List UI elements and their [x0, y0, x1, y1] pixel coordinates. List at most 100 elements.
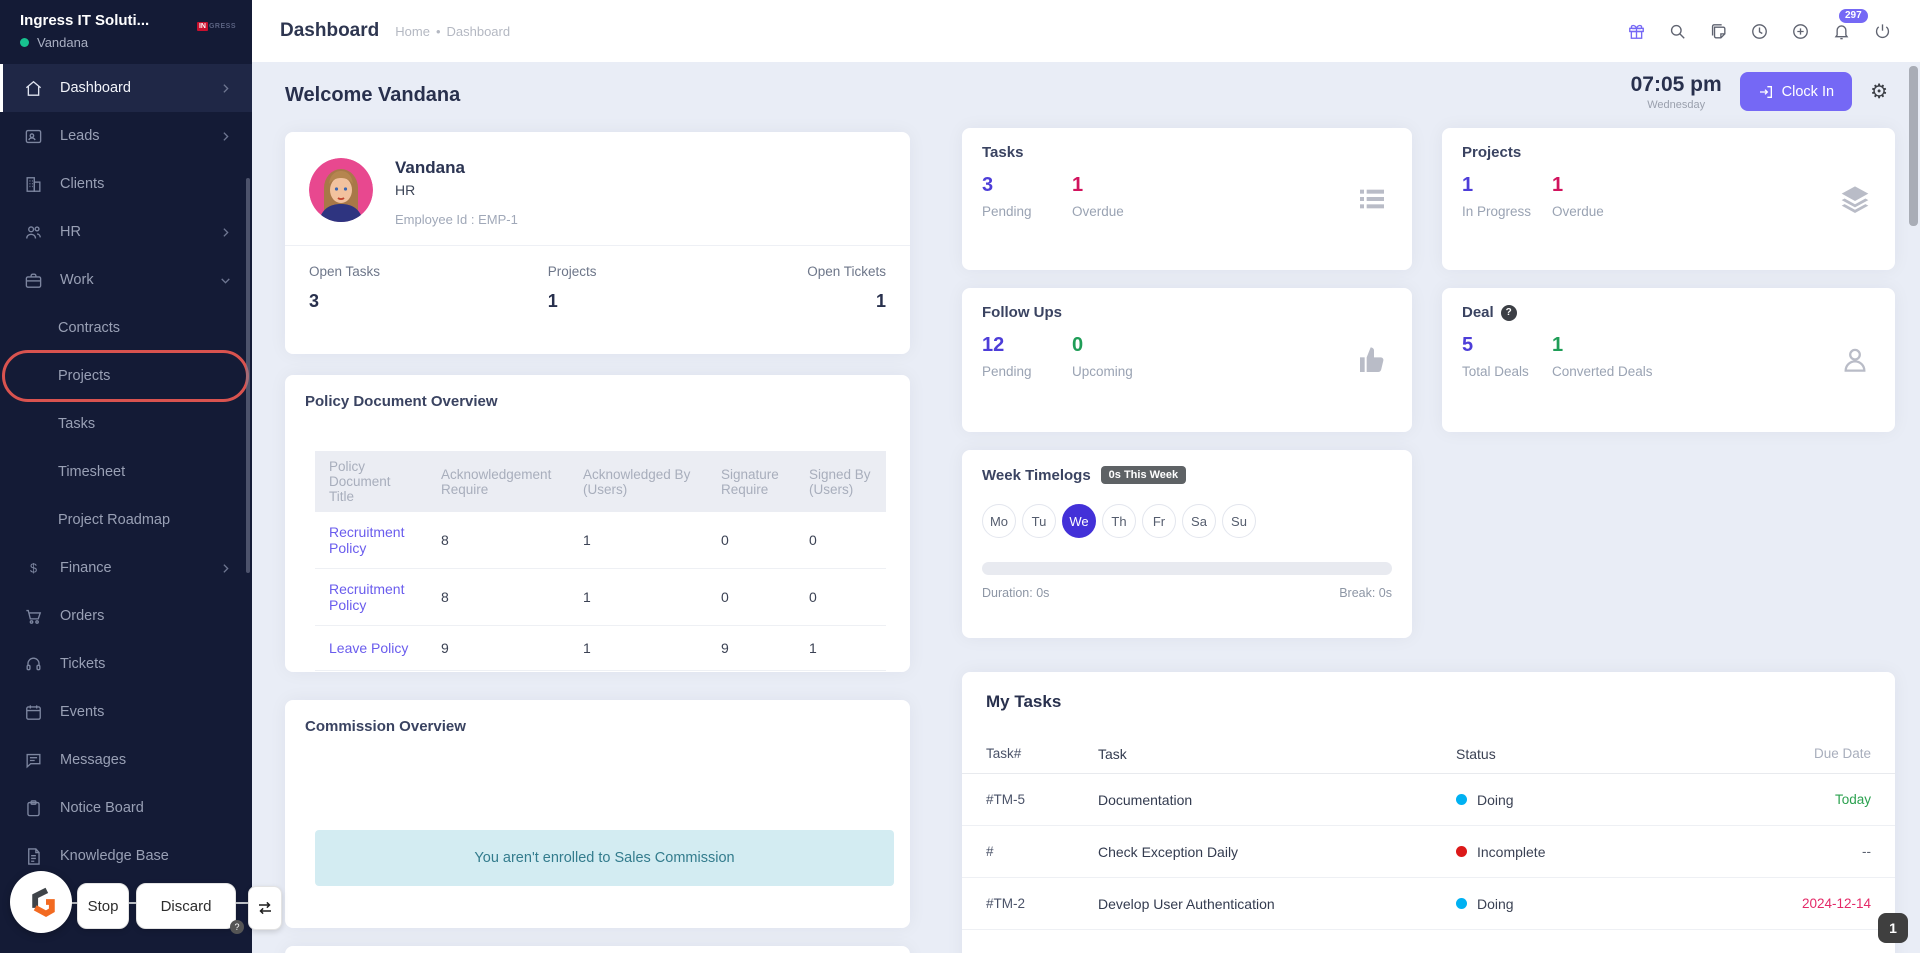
users-icon: [24, 223, 43, 242]
deal-converted-stat: 1 Converted Deals: [1552, 334, 1653, 379]
notifications-bell-icon[interactable]: 297: [1831, 9, 1868, 41]
tasks-card-title: Tasks: [982, 144, 1024, 161]
deal-summary-card: Deal ? 5 Total Deals 1 Converted Deals: [1442, 288, 1895, 432]
clock-in-button[interactable]: Clock In: [1739, 72, 1853, 111]
sidebar-subitem-project-roadmap[interactable]: Project Roadmap: [0, 496, 252, 544]
followups-upcoming-stat: 0 Upcoming: [1072, 334, 1133, 379]
help-badge[interactable]: ?: [230, 920, 244, 934]
gift-icon[interactable]: [1626, 21, 1646, 41]
commission-card-title: Commission Overview: [305, 718, 466, 735]
my-tasks-table: Task# Task Status Due Date #TM-5 Documen…: [962, 734, 1895, 930]
notes-icon[interactable]: [1708, 21, 1728, 41]
logout-power-icon[interactable]: [1872, 21, 1892, 41]
chevron-right-icon: [219, 130, 232, 143]
day-sa[interactable]: Sa: [1182, 504, 1216, 538]
sidebar-nav: Dashboard Leads Clients HR Work Contract…: [0, 64, 252, 880]
timelog-progress-bar: [982, 562, 1392, 575]
login-icon: [1758, 84, 1774, 100]
policy-link[interactable]: Leave Policy: [315, 632, 427, 664]
policy-table-row: Leave Policy 9 1 9 1: [315, 626, 886, 671]
sidebar-item-events[interactable]: Events: [0, 688, 252, 736]
main-content: Welcome Vandana 07:05 pm Wednesday Clock…: [252, 62, 1920, 953]
add-icon[interactable]: [1790, 21, 1810, 41]
sidebar-item-orders[interactable]: Orders: [0, 592, 252, 640]
sidebar-item-messages[interactable]: Messages: [0, 736, 252, 784]
policy-link[interactable]: Recruitment Policy: [315, 516, 427, 564]
sidebar-item-leads[interactable]: Leads: [0, 112, 252, 160]
sidebar-item-work[interactable]: Work: [0, 256, 252, 304]
tasks-overdue-stat: 1 Overdue: [1072, 174, 1124, 219]
day-th[interactable]: Th: [1102, 504, 1136, 538]
day-su[interactable]: Su: [1222, 504, 1256, 538]
sidebar-item-tickets[interactable]: Tickets: [0, 640, 252, 688]
deal-total-stat: 5 Total Deals: [1462, 334, 1529, 379]
sidebar-item-finance[interactable]: $ Finance: [0, 544, 252, 592]
clipboard-icon: [24, 799, 43, 818]
profile-card: Vandana HR Employee Id : EMP-1 Open Task…: [285, 132, 910, 354]
calendar-icon: [24, 703, 43, 722]
breadcrumb: Home • Dashboard: [395, 24, 510, 39]
document-icon: [24, 847, 43, 866]
my-tasks-title: My Tasks: [986, 692, 1062, 711]
notification-count-badge: 297: [1839, 9, 1868, 23]
followups-summary-card: Follow Ups 12 Pending 0 Upcoming: [962, 288, 1412, 432]
sidebar-scrollbar[interactable]: [246, 178, 250, 573]
search-icon[interactable]: [1667, 21, 1687, 41]
stop-button[interactable]: Stop: [77, 883, 129, 929]
day-tu[interactable]: Tu: [1022, 504, 1056, 538]
sidebar-item-hr[interactable]: HR: [0, 208, 252, 256]
followups-pending-stat: 12 Pending: [982, 334, 1032, 379]
task-list-icon: [1356, 183, 1388, 215]
sidebar-subitem-contracts[interactable]: Contracts: [0, 304, 252, 352]
task-row[interactable]: # Check Exception Daily Incomplete --: [962, 826, 1895, 878]
day-we[interactable]: We: [1062, 504, 1096, 538]
layers-icon: [1839, 183, 1871, 215]
day-mo[interactable]: Mo: [982, 504, 1016, 538]
page-number-badge[interactable]: 1: [1878, 913, 1908, 943]
status-dot-doing: [1456, 794, 1467, 805]
policy-table: Policy Document Title Acknowledgement Re…: [315, 451, 886, 671]
sidebar-item-dashboard[interactable]: Dashboard: [0, 64, 252, 112]
commission-info-alert: You aren't enrolled to Sales Commission: [315, 830, 894, 886]
status-dot-doing: [1456, 898, 1467, 909]
sidebar-item-notice-board[interactable]: Notice Board: [0, 784, 252, 832]
cart-icon: [24, 607, 43, 626]
home-icon: [24, 79, 43, 98]
followups-card-title: Follow Ups: [982, 304, 1062, 321]
sidebar-item-label: Work: [60, 272, 94, 288]
task-row[interactable]: #TM-5 Documentation Doing Today: [962, 774, 1895, 826]
briefcase-icon: [24, 271, 43, 290]
task-row[interactable]: #TM-2 Develop User Authentication Doing …: [962, 878, 1895, 930]
stat-projects: Projects 1: [547, 264, 597, 311]
sidebar-item-label: Notice Board: [60, 800, 144, 816]
svg-text:$: $: [30, 561, 37, 575]
clock-icon[interactable]: [1749, 21, 1769, 41]
projects-card-title: Projects: [1462, 144, 1522, 161]
partial-card: [285, 946, 910, 953]
swap-arrows-button[interactable]: [248, 886, 282, 930]
policy-link[interactable]: Recruitment Policy: [315, 573, 427, 621]
sidebar-subitem-timesheet[interactable]: Timesheet: [0, 448, 252, 496]
breadcrumb-separator: •: [435, 23, 441, 39]
recorder-logo-button[interactable]: [10, 871, 72, 933]
sidebar-item-label: Leads: [60, 128, 100, 144]
day-fr[interactable]: Fr: [1142, 504, 1176, 538]
brand-header: Ingress IT Soluti... Vandana IN GRESS: [0, 0, 252, 64]
gear-icon[interactable]: ⚙: [1870, 82, 1888, 102]
deal-help-icon[interactable]: ?: [1500, 304, 1517, 321]
projects-summary-card: Projects 1 In Progress 1 Overdue: [1442, 128, 1895, 270]
breadcrumb-home[interactable]: Home: [395, 24, 430, 39]
main-scrollbar[interactable]: [1909, 66, 1918, 226]
sidebar-item-label: Messages: [60, 752, 127, 768]
my-tasks-card: My Tasks Task# Task Status Due Date #TM-…: [962, 672, 1895, 953]
stat-open-tasks: Open Tasks 3: [309, 264, 381, 311]
sidebar-subitem-tasks[interactable]: Tasks: [0, 400, 252, 448]
company-logo: IN GRESS: [196, 22, 236, 31]
commission-card: Commission Overview You aren't enrolled …: [285, 700, 910, 928]
sidebar-item-clients[interactable]: Clients: [0, 160, 252, 208]
sidebar-subitem-projects[interactable]: Projects: [0, 350, 252, 402]
avatar: [309, 158, 373, 222]
chevron-right-icon: [219, 226, 232, 239]
discard-button[interactable]: Discard: [136, 883, 236, 929]
welcome-heading: Welcome Vandana: [285, 84, 461, 106]
